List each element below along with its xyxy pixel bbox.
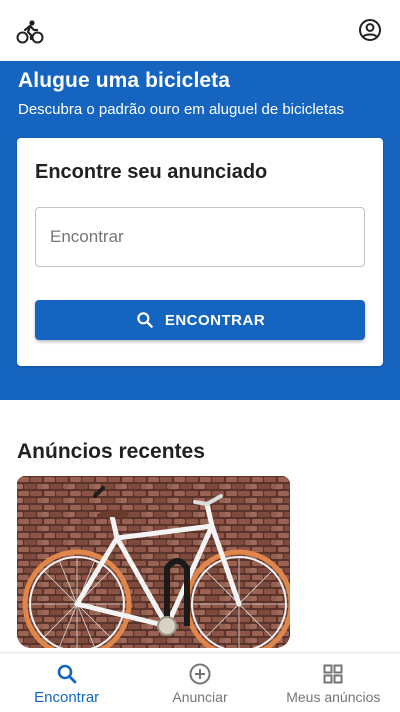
nav-label: Encontrar	[34, 689, 100, 706]
bike-icon[interactable]	[16, 19, 44, 45]
nav-item-anunciar[interactable]: Anunciar	[133, 653, 266, 712]
search-button[interactable]: ENCONTRAR	[35, 300, 365, 340]
search-card-title: Encontre seu anunciado	[35, 161, 268, 183]
add-circle-icon	[189, 663, 211, 685]
bottom-navigation: Encontrar Anunciar Meus anúncios	[0, 652, 400, 712]
search-icon	[57, 664, 77, 684]
search-icon	[137, 312, 153, 328]
hero-subtitle: Descubra o padrão ouro em aluguel de bic…	[18, 101, 345, 118]
nav-label: Meus anúncios	[286, 689, 381, 705]
nav-item-encontrar[interactable]: Encontrar	[0, 653, 133, 712]
recent-listings-title: Anúncios recentes	[17, 440, 205, 463]
nav-item-meus-anuncios[interactable]: Meus anúncios	[267, 653, 400, 712]
hero-banner: Alugue uma bicicleta Descubra o padrão o…	[0, 61, 400, 400]
listing-card[interactable]	[17, 476, 290, 648]
bicycle-photo	[17, 476, 290, 648]
search-input[interactable]	[35, 207, 365, 267]
nav-label: Anunciar	[172, 689, 228, 705]
search-card: Encontre seu anunciado ENCONTRAR	[17, 138, 383, 366]
hero-title: Alugue uma bicicleta	[18, 69, 231, 92]
search-button-label: ENCONTRAR	[164, 311, 266, 329]
account-circle-icon[interactable]	[358, 18, 382, 42]
grid-icon	[323, 664, 343, 684]
top-app-bar	[0, 0, 400, 61]
